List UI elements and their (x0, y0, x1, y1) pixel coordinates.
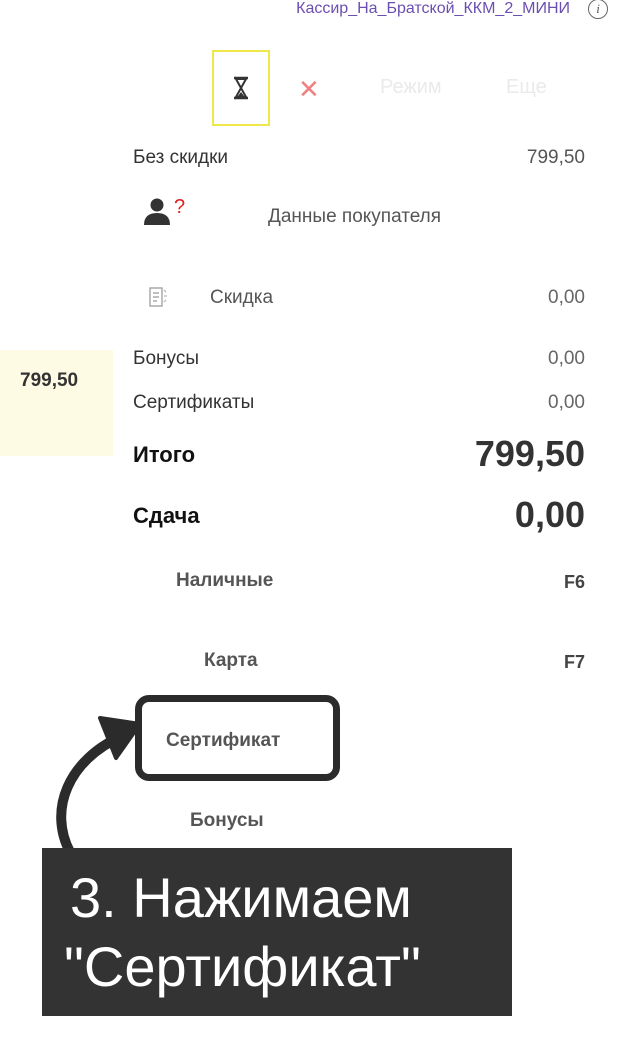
highlight-frame (135, 695, 340, 781)
total-value: 799,50 (474, 433, 585, 474)
cash-hotkey: F6 (563, 572, 585, 592)
no-discount-value: 799,50 (526, 147, 585, 168)
card-payment-button[interactable]: Карта (204, 650, 258, 672)
cash-payment-button[interactable]: Наличные (176, 570, 273, 592)
certificates-value: 0,00 (548, 392, 585, 413)
card-hotkey: F7 (563, 652, 585, 672)
bonus-payment-button[interactable]: Бонусы (190, 810, 264, 832)
discount-value: 0,00 (548, 287, 585, 308)
hourglass-icon (234, 76, 248, 100)
discount-icon (147, 286, 169, 315)
customer-unknown-mark: ? (174, 196, 186, 218)
info-icon[interactable]: i (588, 0, 608, 19)
caption-line-1: 3. Нажимаем (70, 866, 412, 929)
amount-value: 799,50 (20, 370, 79, 391)
pointer-arrow (56, 716, 142, 857)
no-discount-label: Без скидки (133, 147, 229, 168)
cancel-button[interactable]: ✕ (298, 76, 320, 102)
bonuses-label: Бонусы (133, 348, 199, 369)
customer-data-button[interactable]: Данные покупателя (268, 206, 441, 228)
mode-button[interactable]: Режим (380, 76, 442, 99)
amount-field[interactable] (0, 350, 113, 456)
certificates-label: Сертификаты (133, 392, 255, 413)
change-value: 0,00 (514, 494, 585, 535)
caption-line-2: "Сертификат" (64, 935, 421, 998)
cashier-name: Кассир_На_Братской_ККМ_2_МИНИ (296, 0, 570, 17)
postpone-button[interactable] (212, 50, 270, 126)
customer-icon[interactable] (143, 196, 171, 231)
change-label: Сдача (133, 503, 200, 528)
bonuses-value: 0,00 (548, 348, 585, 369)
discount-button[interactable]: Скидка (210, 287, 273, 309)
more-button[interactable]: Еще (506, 76, 547, 99)
total-label: Итого (133, 442, 196, 467)
